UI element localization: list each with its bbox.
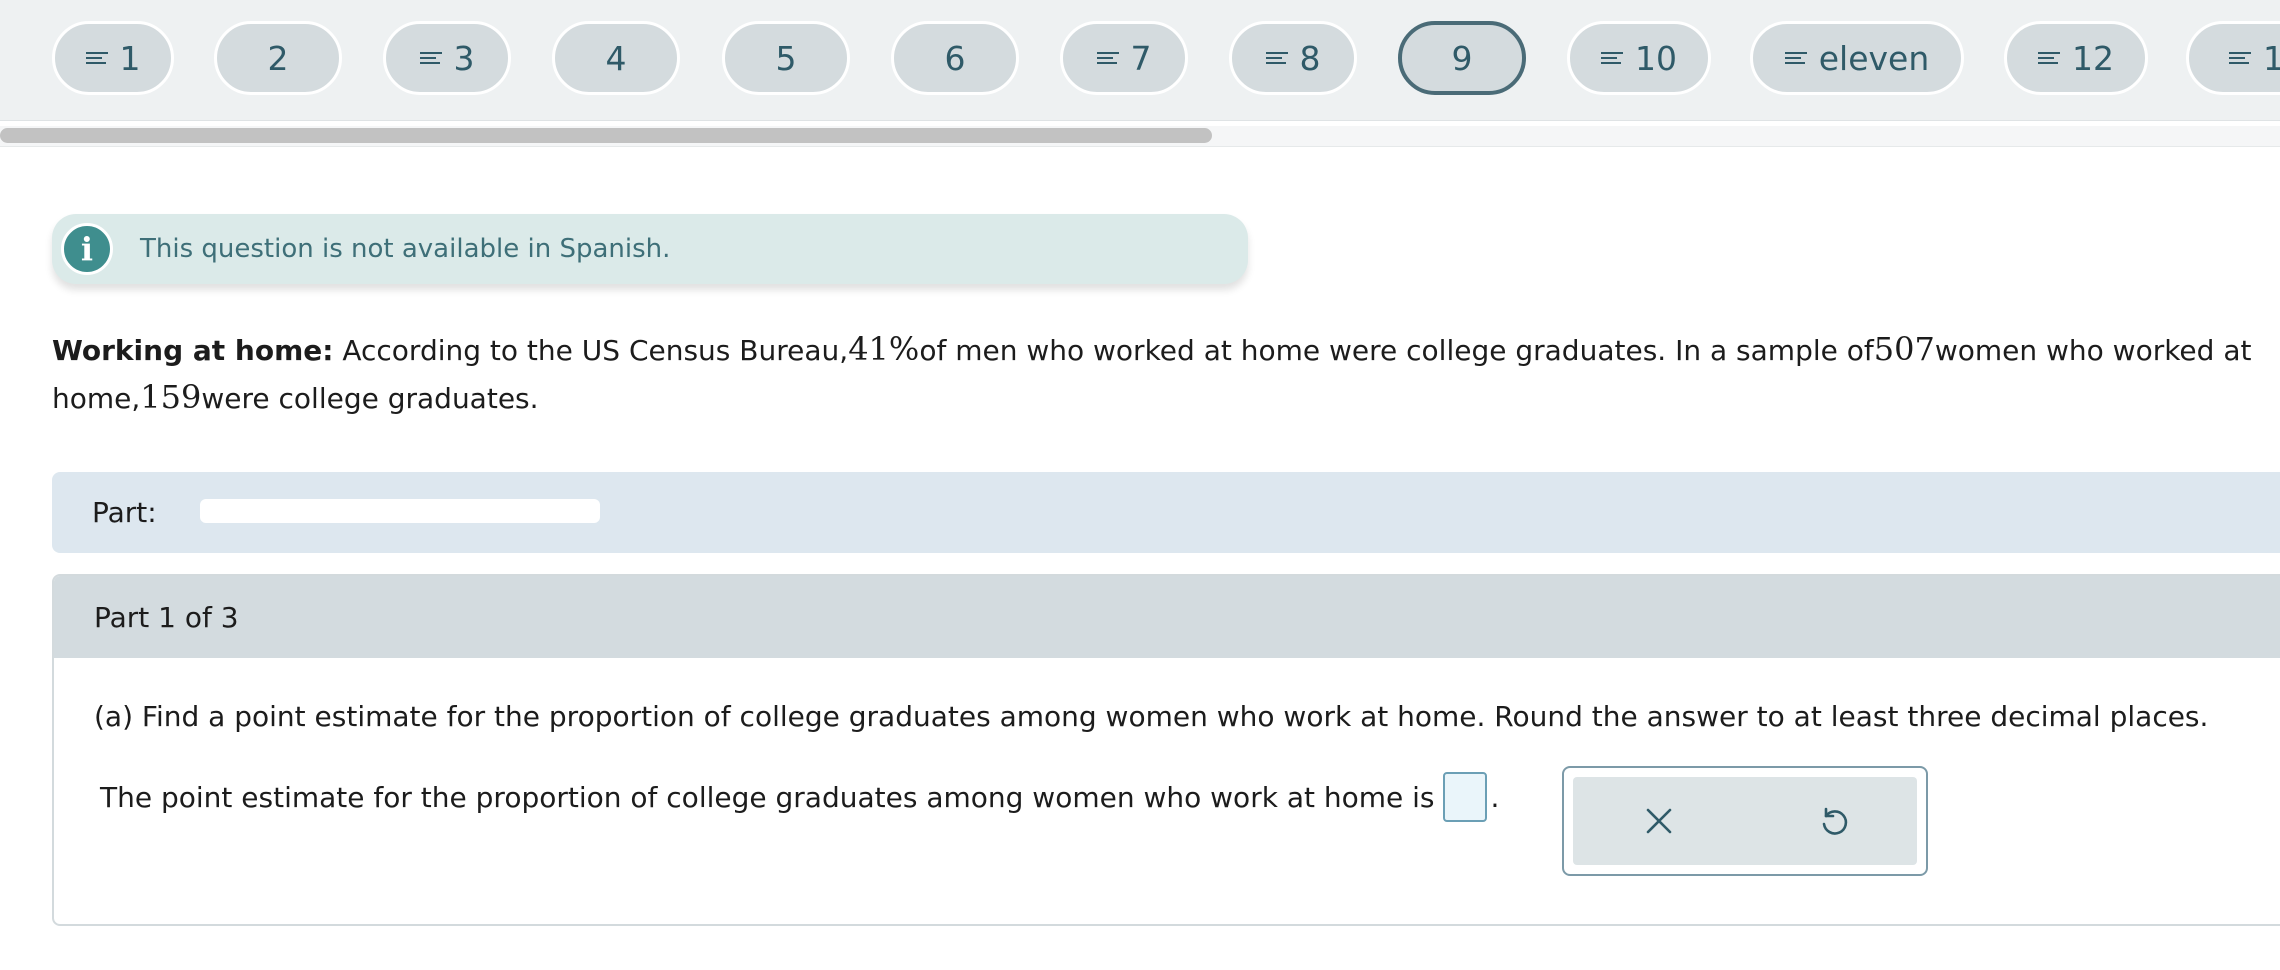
statement-math: 159	[140, 378, 202, 416]
question-tab-label: 2	[267, 38, 289, 78]
statement-text: of men who worked at home were college g…	[919, 334, 1874, 367]
part-card: Part 1 of 3 (a) Find a point estimate fo…	[52, 574, 2280, 926]
question-tab-label: 13	[2263, 39, 2280, 78]
question-tab-label: 4	[605, 38, 627, 78]
answer-input[interactable]	[1442, 772, 1487, 822]
part-header-label: Part 1 of 3	[94, 600, 239, 634]
statement-title: Working at home:	[52, 334, 334, 367]
question-tab-4[interactable]: 4	[552, 21, 680, 95]
question-tab-label: 12	[2072, 38, 2114, 78]
question-tab-2[interactable]: 2	[214, 21, 342, 95]
part-progress-bar: Part:	[52, 472, 2280, 553]
statement-math: 41%	[848, 330, 920, 368]
lines-icon	[1601, 49, 1623, 67]
question-tab-10[interactable]: 10	[1567, 21, 1711, 95]
answer-suffix: .	[1490, 780, 1500, 814]
question-nav: 1 2 3 4 5 6 7 8 9 10 eleven 12 13	[0, 0, 2280, 121]
question-tab-13[interactable]: 13	[2186, 21, 2280, 95]
notice-text: This question is not available in Spanis…	[140, 234, 671, 264]
answer-actions	[1562, 766, 1928, 876]
statement-text: were college graduates.	[201, 382, 539, 415]
lines-icon	[419, 49, 442, 67]
question-tab-label: eleven	[1818, 38, 1930, 78]
problem-statement: Working at home: According to the US Cen…	[52, 326, 2262, 422]
statement-math: 507	[1873, 330, 1935, 368]
question-tab-6[interactable]: 6	[891, 21, 1019, 95]
question-tab-label: 10	[1635, 38, 1677, 78]
answer-line: The point estimate for the proportion of…	[100, 772, 1499, 822]
language-notice: i This question is not available in Span…	[52, 214, 1248, 284]
undo-button[interactable]	[1809, 796, 1859, 846]
question-tab-label: 6	[944, 38, 966, 78]
lines-icon	[2229, 49, 2251, 67]
question-tab-1[interactable]: 1	[52, 21, 174, 95]
statement-text: According to the US Census Bureau,	[342, 334, 849, 367]
question-tab-9-current[interactable]: 9	[1398, 21, 1526, 95]
part-label: Part:	[92, 496, 157, 529]
question-tab-8[interactable]: 8	[1229, 21, 1357, 95]
question-tab-label: 7	[1130, 38, 1152, 78]
lines-icon	[2038, 49, 2060, 67]
answer-prefix: The point estimate for the proportion of…	[100, 780, 1435, 814]
nav-scrollbar-thumb[interactable]	[0, 128, 1212, 143]
part-question: (a) Find a point estimate for the propor…	[94, 700, 2209, 733]
question-tab-label: 5	[775, 38, 797, 78]
question-tab-3[interactable]: 3	[383, 21, 511, 95]
question-tab-label: 3	[453, 38, 475, 78]
question-tab-7[interactable]: 7	[1060, 21, 1188, 95]
question-tab-label: 1	[119, 38, 141, 78]
lines-icon	[1265, 49, 1288, 67]
info-icon: i	[61, 223, 113, 275]
answer-actions-inner	[1573, 777, 1917, 865]
question-tab-11[interactable]: eleven	[1750, 21, 1964, 95]
close-icon	[1646, 808, 1672, 834]
nav-scrollbar-track[interactable]	[0, 126, 2280, 147]
part-header: Part 1 of 3	[54, 576, 2280, 658]
part-progress-track	[200, 499, 600, 523]
lines-icon	[1096, 49, 1119, 67]
undo-icon	[1822, 807, 1848, 835]
clear-button[interactable]	[1634, 796, 1684, 846]
question-tab-12[interactable]: 12	[2004, 21, 2148, 95]
question-tab-label: 8	[1299, 38, 1321, 78]
lines-icon	[1784, 49, 1807, 67]
question-tab-5[interactable]: 5	[722, 21, 850, 95]
lines-icon	[85, 49, 108, 67]
question-tab-label: 9	[1451, 38, 1473, 78]
